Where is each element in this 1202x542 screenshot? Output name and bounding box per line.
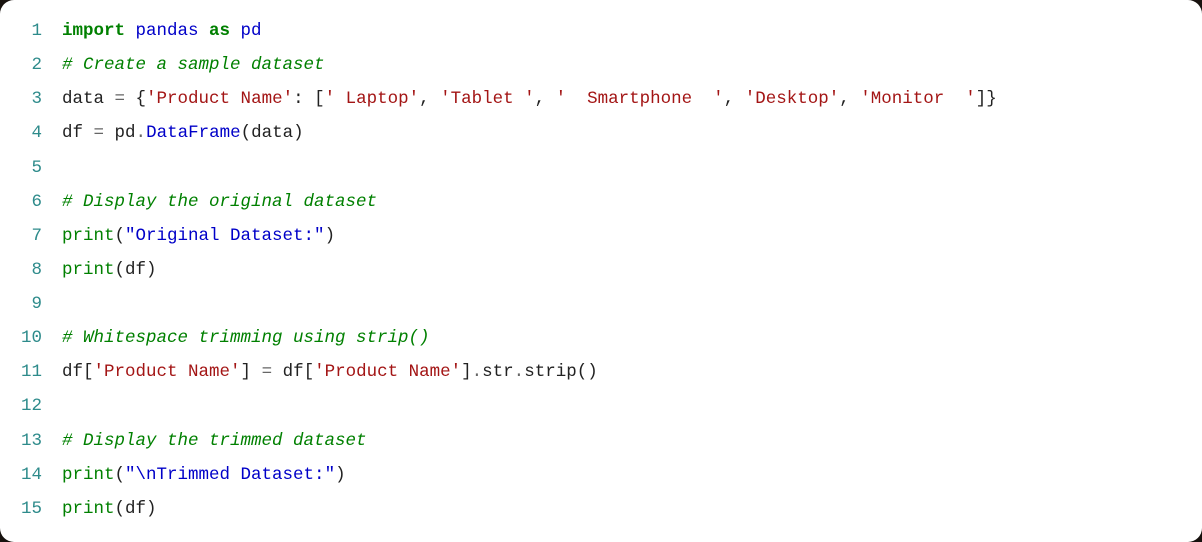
line-number: 3 <box>18 82 42 116</box>
code-line: 2 # Create a sample dataset <box>18 48 1180 82</box>
code-line: 12 <box>18 389 1180 423</box>
code-line: 8 print(df) <box>18 253 1180 287</box>
code-content: import pandas as pd <box>62 14 262 48</box>
line-number: 11 <box>18 355 42 389</box>
code-content: # Display the original dataset <box>62 185 377 219</box>
line-number: 7 <box>18 219 42 253</box>
line-number: 15 <box>18 492 42 526</box>
code-content: df = pd.DataFrame(data) <box>62 116 304 150</box>
code-content: print("Original Dataset:") <box>62 219 335 253</box>
code-line: 4 df = pd.DataFrame(data) <box>18 116 1180 150</box>
line-number: 9 <box>18 287 42 321</box>
code-line: 7 print("Original Dataset:") <box>18 219 1180 253</box>
line-number: 6 <box>18 185 42 219</box>
code-block: 1 import pandas as pd 2 # Create a sampl… <box>0 0 1202 542</box>
code-line: 11 df['Product Name'] = df['Product Name… <box>18 355 1180 389</box>
code-content: df['Product Name'] = df['Product Name'].… <box>62 355 598 389</box>
line-number: 13 <box>18 424 42 458</box>
line-number: 10 <box>18 321 42 355</box>
code-content: print(df) <box>62 253 157 287</box>
code-content: print("\nTrimmed Dataset:") <box>62 458 346 492</box>
code-line: 13 # Display the trimmed dataset <box>18 424 1180 458</box>
line-number: 1 <box>18 14 42 48</box>
code-line: 1 import pandas as pd <box>18 14 1180 48</box>
code-line: 14 print("\nTrimmed Dataset:") <box>18 458 1180 492</box>
code-content: # Whitespace trimming using strip() <box>62 321 430 355</box>
code-line: 5 <box>18 151 1180 185</box>
line-number: 14 <box>18 458 42 492</box>
code-content: data = {'Product Name': [' Laptop', 'Tab… <box>62 82 997 116</box>
code-line: 6 # Display the original dataset <box>18 185 1180 219</box>
code-line: 9 <box>18 287 1180 321</box>
line-number: 12 <box>18 389 42 423</box>
code-content: # Create a sample dataset <box>62 48 325 82</box>
line-number: 5 <box>18 151 42 185</box>
line-number: 2 <box>18 48 42 82</box>
code-line: 3 data = {'Product Name': [' Laptop', 'T… <box>18 82 1180 116</box>
code-line: 15 print(df) <box>18 492 1180 526</box>
line-number: 4 <box>18 116 42 150</box>
line-number: 8 <box>18 253 42 287</box>
code-content: # Display the trimmed dataset <box>62 424 367 458</box>
code-content: print(df) <box>62 492 157 526</box>
code-line: 10 # Whitespace trimming using strip() <box>18 321 1180 355</box>
